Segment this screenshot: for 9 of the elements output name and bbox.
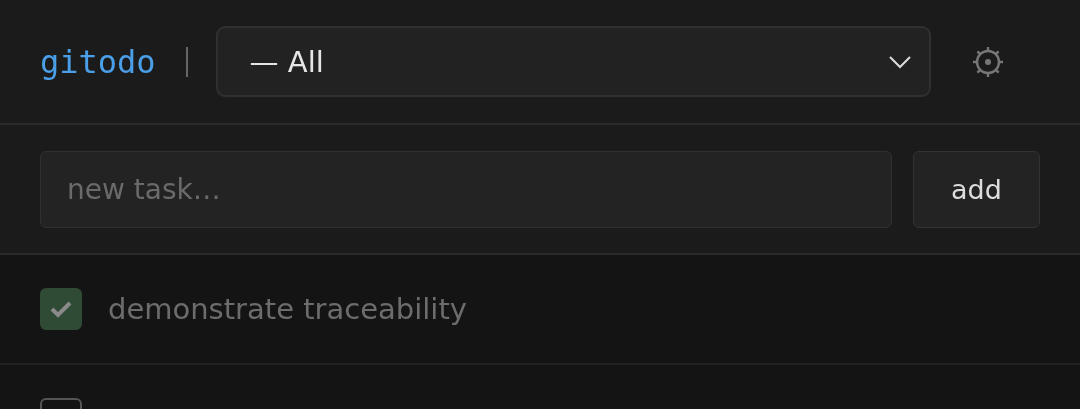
chevron-down-icon [888, 54, 911, 69]
new-task-field[interactable]: new task… [40, 150, 892, 228]
add-button[interactable]: add [913, 150, 1040, 228]
app-logo: gitodo [40, 42, 156, 81]
task-label: demonstrate traceability [108, 292, 467, 326]
settings-icon[interactable] [970, 44, 1005, 79]
task-checkbox[interactable] [40, 288, 82, 330]
filter-dropdown[interactable]: — All [215, 26, 931, 97]
checkmark-icon [49, 299, 73, 319]
